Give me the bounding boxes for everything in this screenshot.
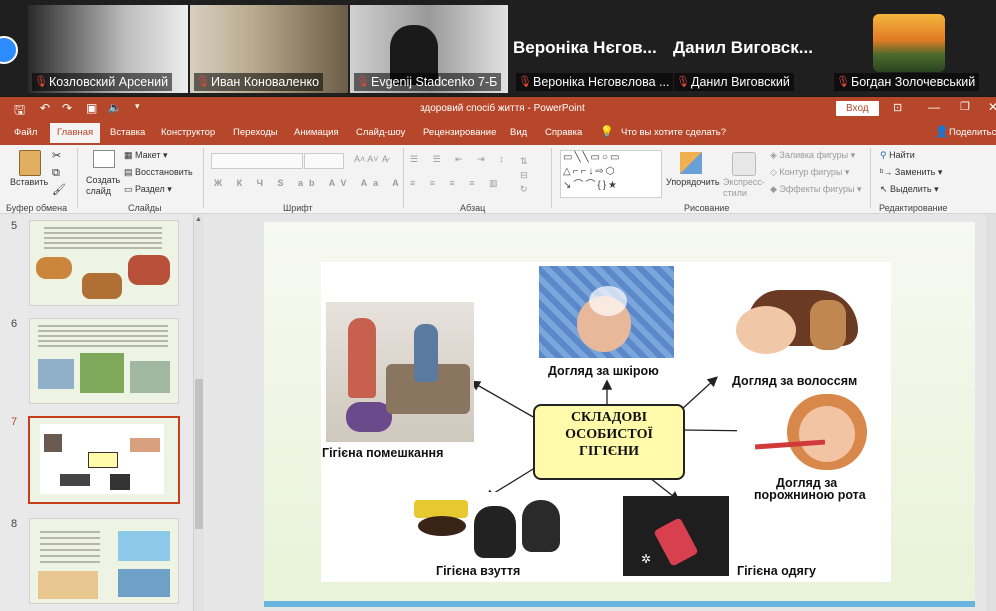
face: [736, 306, 796, 354]
center-title-line: ОСОБИСТОЇ: [565, 427, 653, 442]
shoe: [474, 506, 516, 558]
caption-skin: Догляд за шкірою: [548, 364, 659, 378]
center-title-line: ГІГІЄНИ: [579, 444, 639, 459]
child-figure: [414, 324, 438, 382]
center-title-box: СКЛАДОВІ ОСОБИСТОЇ ГІГІЄНИ: [533, 404, 685, 480]
arrow-home: [469, 380, 536, 419]
caption-shoes: Гігієна взуття: [436, 564, 521, 578]
home-photo: [326, 302, 474, 442]
face: [799, 406, 855, 462]
arrow-hair: [680, 376, 718, 411]
slide-scrollbar[interactable]: [986, 214, 996, 611]
caption-hair: Догляд за волоссям: [732, 374, 858, 388]
cursor-icon: ✲: [641, 552, 652, 566]
skin-photo: [539, 266, 674, 358]
child-figure: [348, 318, 376, 398]
shoes-photo: [404, 492, 564, 562]
hair-photo: [718, 286, 863, 368]
brush: [810, 300, 846, 350]
center-title-line: СКЛАДОВІ: [570, 410, 648, 425]
water-splash: [589, 286, 627, 316]
shoe-polish: [418, 516, 466, 536]
mouth-photo: [737, 392, 885, 474]
caption-clothes: Гігієна одягу: [737, 564, 816, 578]
caption-home: Гігієна помешкання: [322, 446, 444, 460]
lint-roller: [653, 517, 699, 567]
caption-mouth-2: порожниною рота: [754, 488, 866, 502]
shoe: [522, 500, 560, 552]
clothes-photo: ✲: [623, 496, 729, 576]
